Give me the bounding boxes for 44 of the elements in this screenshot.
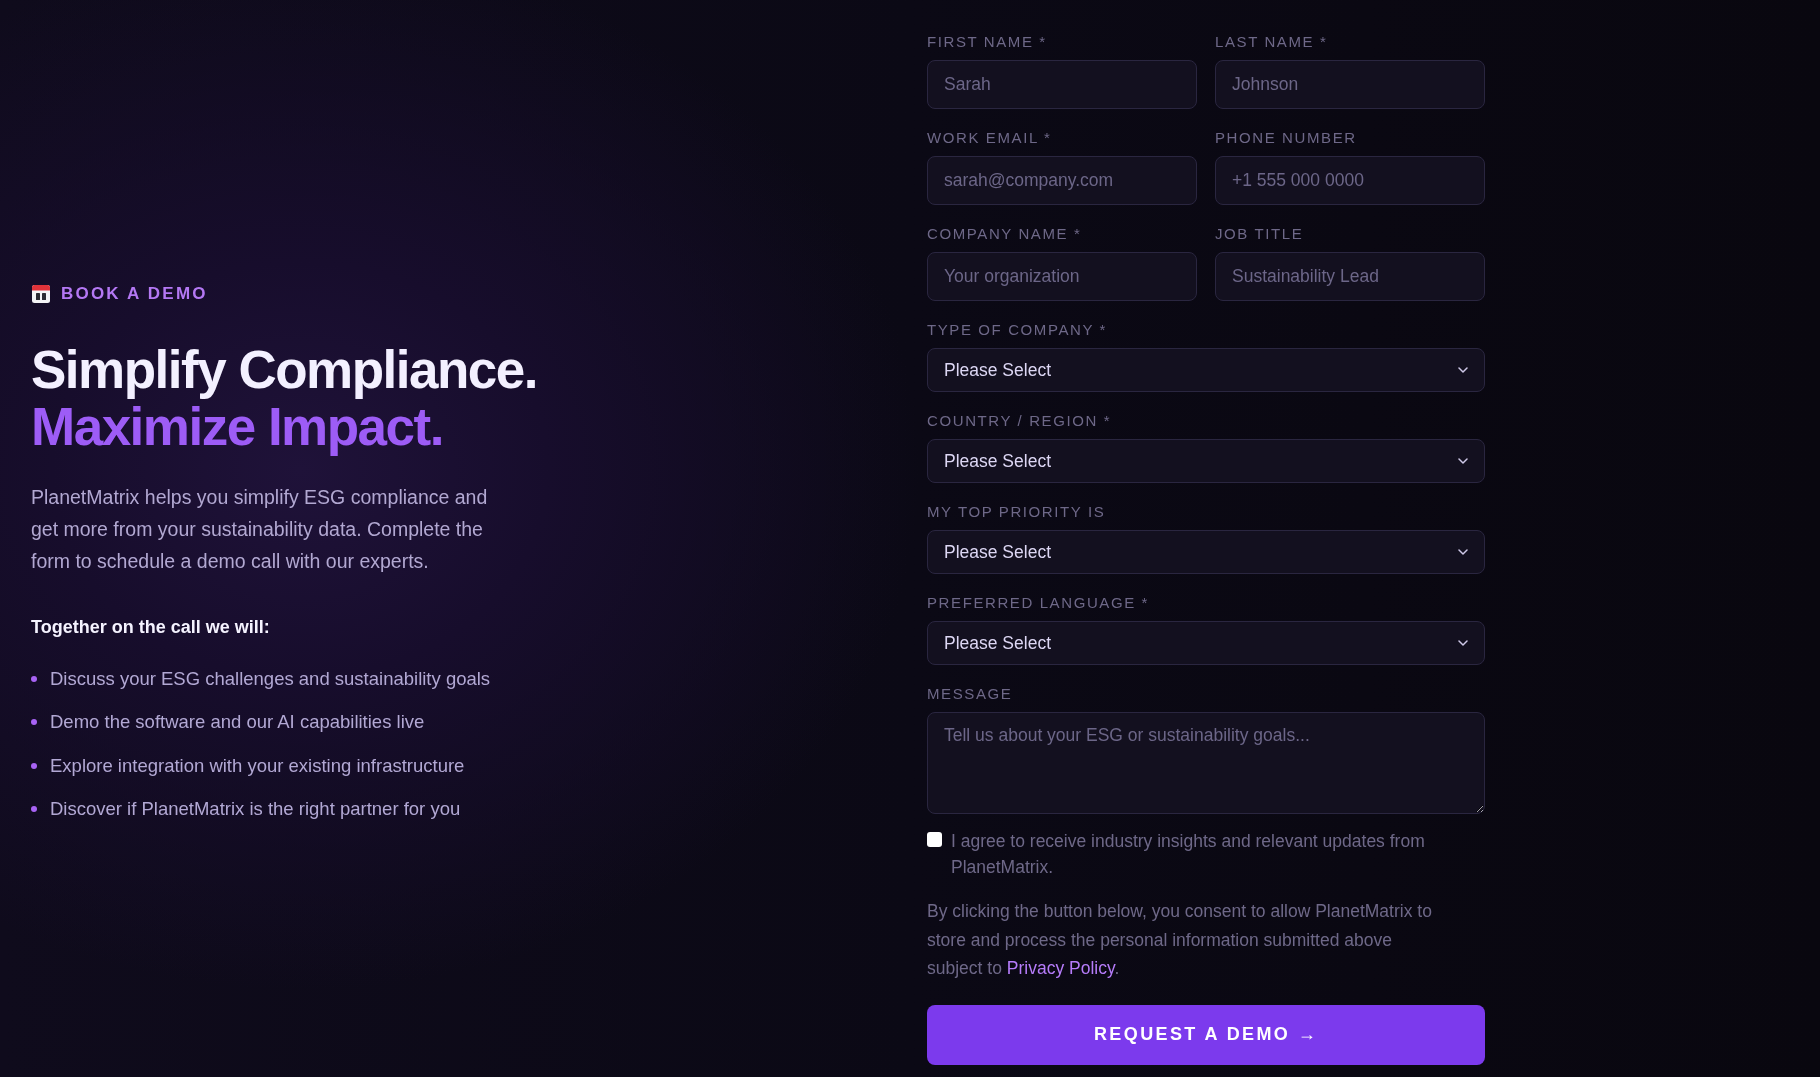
text-input[interactable]: +1 555 000 0000: [1215, 156, 1485, 205]
headline: Simplify Compliance. Maximize Impact.: [31, 341, 537, 455]
dropdown[interactable]: Please Select: [927, 621, 1485, 665]
chevron-down-icon: [1458, 640, 1468, 646]
bullet-icon: [31, 806, 37, 813]
calendar-icon: [31, 284, 51, 304]
field-label: JOB TITLE: [1215, 225, 1304, 243]
chevron-down-icon: [1458, 367, 1468, 373]
chevron-down-icon: [1458, 458, 1468, 464]
text-input[interactable]: Sarah: [927, 60, 1197, 109]
submit-button[interactable]: REQUEST A DEMO →: [927, 1004, 1485, 1065]
message-field[interactable]: Tell us about your ESG or sustainability goals...: [927, 712, 1485, 814]
field-label: COMPANY NAME *: [927, 225, 1082, 243]
dropdown[interactable]: Please Select: [927, 348, 1485, 392]
field-label: PREFERRED LANGUAGE *: [927, 594, 1150, 612]
field-label: MESSAGE: [927, 685, 1013, 703]
agenda-item: Explore integration with your existing infrastructure: [50, 753, 465, 778]
agenda-item: Demo the software and our AI capabilities live: [50, 710, 425, 735]
consent-label: I agree to receive industry insights and relevant updates from PlanetMatrix.: [951, 830, 1426, 879]
agenda-heading: Together on the call we will:: [31, 616, 270, 639]
dropdown[interactable]: Please Select: [927, 530, 1485, 574]
bullet-icon: [31, 719, 37, 726]
field-label: WORK EMAIL *: [927, 129, 1052, 147]
dropdown[interactable]: Please Select: [927, 439, 1485, 483]
field-label: PHONE NUMBER: [1215, 129, 1357, 147]
field-label: COUNTRY / REGION *: [927, 412, 1112, 430]
eyebrow-label: BOOK A DEMO: [61, 283, 208, 305]
privacy-policy-link[interactable]: Privacy Policy: [1006, 958, 1115, 978]
field-label: FIRST NAME *: [927, 33, 1047, 51]
text-input[interactable]: Sustainability Lead: [1215, 252, 1485, 301]
intro-paragraph: PlanetMatrix helps you simplify ESG compliance and get more from your sustainability data. Complete the form to schedule a demo call with our experts.: [31, 485, 489, 574]
field-label: TYPE OF COMPANY *: [927, 321, 1107, 339]
bullet-icon: [31, 675, 37, 682]
agenda-item: Discover if PlanetMatrix is the right partner for you: [50, 797, 461, 822]
chevron-down-icon: [1458, 549, 1468, 555]
text-input[interactable]: sarah@company.com: [927, 156, 1197, 205]
field-label: MY TOP PRIORITY IS: [927, 503, 1106, 521]
consent-notice: By clicking the button below, you consent to allow PlanetMatrix to store and process the personal information submitted above subject to Privacy Policy.: [927, 900, 1433, 980]
text-input[interactable]: Johnson: [1215, 60, 1485, 109]
text-input[interactable]: Your organization: [927, 252, 1197, 301]
bullet-icon: [31, 762, 37, 769]
agenda-item: Discuss your ESG challenges and sustainability goals: [50, 666, 491, 691]
checkbox[interactable]: [927, 832, 942, 847]
field-label: LAST NAME *: [1215, 33, 1328, 51]
